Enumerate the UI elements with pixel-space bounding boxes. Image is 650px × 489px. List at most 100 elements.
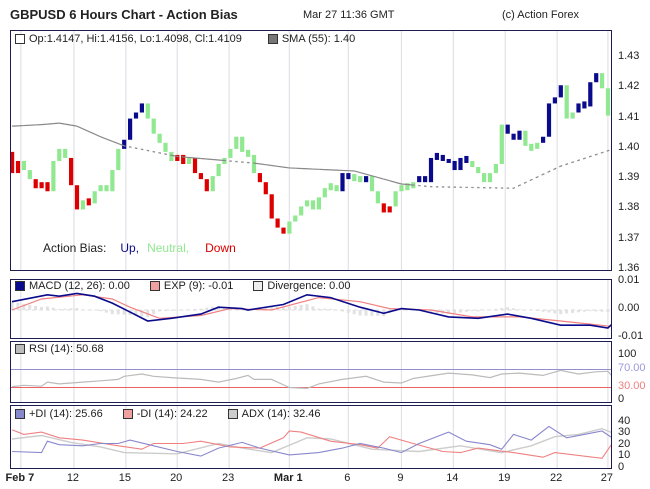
- sma-text: SMA (55): 1.40: [281, 33, 356, 45]
- x-tick-label: 15: [118, 472, 131, 484]
- rsi-panel: RSI (14): 50.68: [10, 341, 612, 403]
- sma-line-segment: [589, 153, 597, 158]
- candle-bar: [499, 124, 504, 164]
- sma-line-segment: [183, 156, 190, 159]
- divergence-bar: [364, 310, 368, 316]
- candle-bar: [511, 133, 516, 140]
- y-tick-label: 20: [618, 437, 631, 450]
- y-tick-label: -0.01: [618, 329, 644, 342]
- candle-bar: [381, 203, 386, 213]
- candle-bar: [570, 112, 575, 119]
- candle-bar: [192, 157, 198, 174]
- candle-bar: [63, 148, 68, 158]
- divergence-bar: [588, 310, 592, 312]
- bias-legend: Action Bias: Up, Neutral, Down: [43, 241, 236, 255]
- candle-bar: [51, 160, 56, 192]
- candle-bar: [440, 154, 445, 161]
- adx-swatch: [227, 409, 238, 419]
- y-tick-label: 1.39: [618, 171, 640, 184]
- divergence-bar: [553, 310, 557, 314]
- candle-bar: [163, 142, 168, 152]
- sma-line-segment: [354, 170, 361, 174]
- candle-bar: [305, 200, 310, 207]
- candle-bar: [151, 118, 156, 134]
- sma-line-segment: [513, 184, 520, 189]
- candle-bar: [434, 152, 439, 160]
- y-tick-label: 40: [618, 415, 631, 427]
- sma-line-segment: [70, 124, 78, 127]
- divergence-bar: [476, 310, 480, 312]
- candle-bar: [11, 151, 15, 174]
- candle-bar: [558, 85, 563, 98]
- sma-line-segment: [242, 161, 249, 164]
- x-tick-label: 9: [397, 472, 404, 484]
- candle-bar: [605, 88, 611, 116]
- y-tick-label: 1.36: [618, 262, 640, 274]
- timestamp: Mar 27 11:36 GMT: [303, 9, 395, 21]
- candle-bar: [110, 170, 115, 192]
- sma-line-segment: [206, 158, 213, 161]
- candle-bar: [352, 174, 357, 182]
- candle-bar: [576, 103, 581, 113]
- copyright: (c) Action Forex: [502, 9, 580, 21]
- x-tick-label: 23: [221, 472, 235, 484]
- y-tick-label: 0.00: [618, 302, 640, 314]
- candle-bar: [423, 176, 428, 183]
- exp-text: EXP (9): -0.01: [163, 280, 234, 292]
- bias-up: Up,: [120, 241, 140, 255]
- candle-bar: [240, 136, 245, 152]
- x-tick-label: 6: [344, 472, 351, 484]
- candle-bar: [316, 197, 321, 210]
- candle-bar: [157, 133, 162, 143]
- y-tick-label: 100: [618, 348, 637, 360]
- sma-line-segment: [230, 160, 237, 163]
- candle-bar: [33, 179, 38, 189]
- sma-line-segment: [194, 157, 201, 160]
- dmi-legend: +DI (14): 25.66 -DI (14): 24.22 ADX (14)…: [15, 408, 320, 420]
- sma-line-segment: [542, 171, 550, 175]
- divergence-bar: [323, 308, 327, 310]
- divergence-bar: [34, 305, 38, 310]
- candle-bar: [594, 73, 599, 83]
- candle-bar: [428, 157, 434, 183]
- y-tick-label: 1.43: [618, 50, 640, 62]
- x-tick-label: 14: [446, 472, 459, 484]
- sma-swatch: [267, 34, 278, 44]
- divergence-text: Divergence: 0.00: [267, 280, 351, 292]
- x-tick-label: 27: [600, 472, 614, 484]
- sma-line-segment: [224, 159, 231, 162]
- candle-bar: [281, 227, 286, 234]
- sma-line-segment: [135, 147, 142, 150]
- sma-line-segment: [218, 159, 225, 162]
- divergence-bar: [45, 306, 49, 310]
- bias-down: Down: [205, 241, 236, 255]
- candle-bar: [145, 103, 150, 119]
- sma-line-segment: [53, 122, 60, 125]
- divergence-bar: [565, 310, 569, 314]
- sma-line-segment: [419, 184, 426, 187]
- candle-bar: [257, 173, 262, 183]
- y-tick-label: 30.00: [618, 379, 646, 392]
- divergence-bar: [152, 310, 156, 315]
- sma-line-segment: [153, 151, 160, 154]
- mdi-swatch: [122, 409, 133, 419]
- divergence-bar: [293, 305, 297, 310]
- y-tick-label: 1.37: [618, 231, 640, 244]
- candle-bar: [15, 160, 21, 174]
- sma-line-segment: [584, 155, 591, 160]
- candle-bar: [269, 194, 274, 219]
- candle-bar: [322, 188, 327, 198]
- sma-line-segment: [147, 149, 154, 153]
- divergence-bar: [358, 310, 362, 316]
- sma-line-segment: [88, 130, 95, 135]
- candle-bar: [387, 206, 392, 213]
- candle-bar: [234, 136, 239, 149]
- sma-line-segment: [389, 180, 396, 183]
- candle-bar: [187, 157, 192, 164]
- adx-text: ADX (14): 32.46: [241, 408, 321, 420]
- sma-line-segment: [59, 122, 66, 125]
- candle-bar: [74, 185, 80, 210]
- sma-line-segment: [253, 162, 260, 165]
- candle-bar: [92, 191, 97, 204]
- mdi-text: -DI (14): 24.22: [136, 408, 208, 420]
